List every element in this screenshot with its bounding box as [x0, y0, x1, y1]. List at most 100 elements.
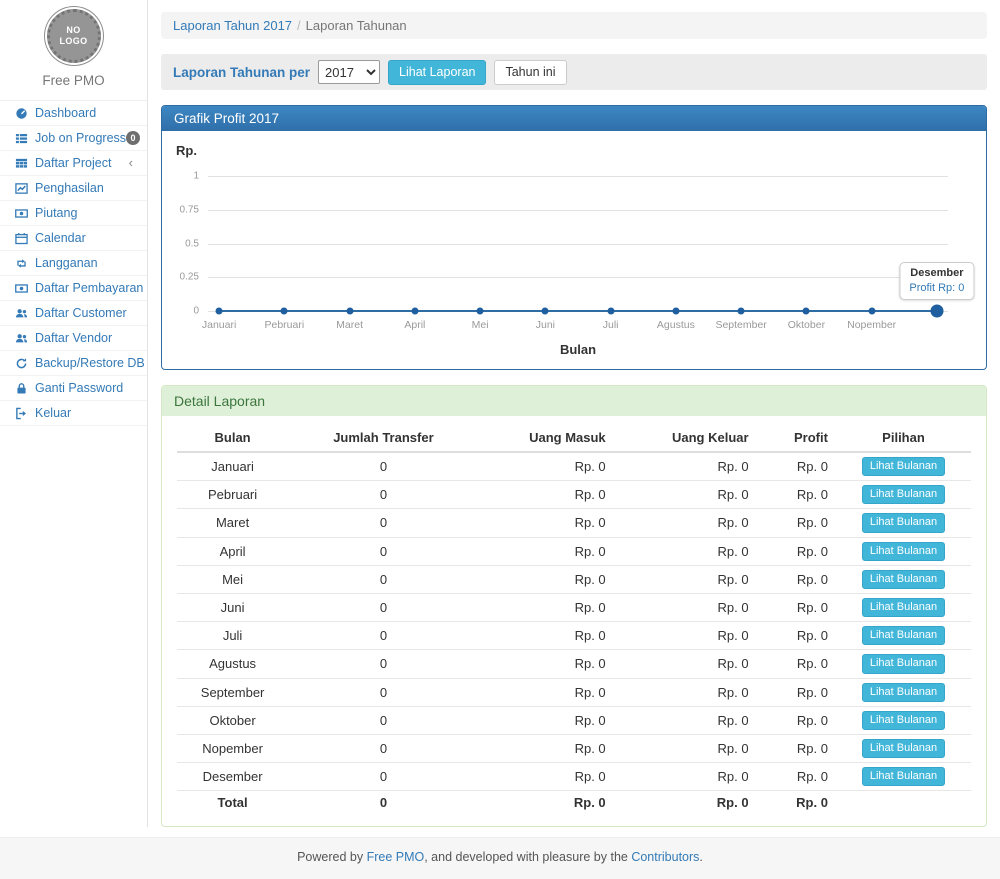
sidebar-item-dashboard[interactable]: Dashboard [0, 101, 147, 126]
data-point-oktober[interactable] [803, 308, 810, 315]
cell-uang-masuk: Rp. 0 [479, 706, 614, 734]
sidebar-item-job-on-progress[interactable]: Job on Progress0 [0, 126, 147, 151]
cell-jumlah-transfer: 0 [288, 763, 479, 791]
lihat-bulanan-button[interactable]: Lihat Bulanan [862, 513, 945, 532]
cell-jumlah-transfer: 0 [288, 734, 479, 762]
cell-bulan: Oktober [177, 706, 288, 734]
table-total-row: Total0Rp. 0Rp. 0Rp. 0 [177, 791, 971, 815]
sidebar-item-label: Dashboard [35, 106, 96, 120]
data-point-september[interactable] [738, 308, 745, 315]
cell-jumlah-transfer: 0 [288, 593, 479, 621]
sidebar-item-keluar[interactable]: Keluar [0, 401, 147, 426]
sidebar-item-daftar-project[interactable]: Daftar Project‹ [0, 151, 147, 176]
x-tick-label: September [715, 319, 766, 331]
logo-box: NO LOGO Free PMO [0, 0, 147, 100]
cell-bulan: Juni [177, 593, 288, 621]
lihat-bulanan-button[interactable]: Lihat Bulanan [862, 598, 945, 617]
sidebar-item-label: Piutang [35, 206, 77, 220]
lihat-bulanan-button[interactable]: Lihat Bulanan [862, 683, 945, 702]
table-row: Mei0Rp. 0Rp. 0Rp. 0Lihat Bulanan [177, 565, 971, 593]
lihat-laporan-button[interactable]: Lihat Laporan [388, 60, 486, 85]
sidebar-item-label: Langganan [35, 256, 98, 270]
year-select[interactable]: 2017 [318, 60, 380, 84]
free-pmo-link[interactable]: Free PMO [367, 850, 425, 864]
cell-uang-masuk: Rp. 0 [479, 678, 614, 706]
data-point-juli[interactable] [607, 308, 614, 315]
table-row: Oktober0Rp. 0Rp. 0Rp. 0Lihat Bulanan [177, 706, 971, 734]
cell-profit: Rp. 0 [757, 537, 836, 565]
sidebar-item-daftar-customer[interactable]: Daftar Customer [0, 301, 147, 326]
cell-jumlah-transfer: 0 [288, 706, 479, 734]
lihat-bulanan-button[interactable]: Lihat Bulanan [862, 767, 945, 786]
main-content: Laporan Tahun 2017/Laporan Tahunan Lapor… [148, 0, 1000, 827]
sidebar-item-piutang[interactable]: Piutang [0, 201, 147, 226]
lihat-bulanan-button[interactable]: Lihat Bulanan [862, 570, 945, 589]
cell-pilihan [836, 791, 971, 815]
sidebar-item-backup-restore-db[interactable]: Backup/Restore DB [0, 351, 147, 376]
cell-bulan: Agustus [177, 650, 288, 678]
data-point-januari[interactable] [216, 308, 223, 315]
x-tick-label: Juli [603, 319, 619, 331]
table-row: Juli0Rp. 0Rp. 0Rp. 0Lihat Bulanan [177, 622, 971, 650]
sidebar-item-penghasilan[interactable]: Penghasilan [0, 176, 147, 201]
breadcrumb-link[interactable]: Laporan Tahun 2017 [173, 18, 292, 33]
footer-text-middle: , and developed with pleasure by the [424, 850, 631, 864]
cell-uang-masuk: Rp. 0 [479, 537, 614, 565]
users-icon [15, 332, 30, 345]
x-axis-title: Bulan [560, 342, 596, 357]
plot-area: Desember Profit Rp: 0 Bulan 00.250.50.75… [208, 176, 948, 311]
lihat-bulanan-button[interactable]: Lihat Bulanan [862, 542, 945, 561]
cell-bulan: April [177, 537, 288, 565]
data-point-mei[interactable] [477, 308, 484, 315]
sidebar-item-ganti-password[interactable]: Ganti Password [0, 376, 147, 401]
table-row: Januari0Rp. 0Rp. 0Rp. 0Lihat Bulanan [177, 452, 971, 481]
column-header-pilihan: Pilihan [836, 424, 971, 452]
lihat-bulanan-button[interactable]: Lihat Bulanan [862, 626, 945, 645]
sidebar-item-langganan[interactable]: Langganan [0, 251, 147, 276]
refresh-icon [15, 357, 30, 370]
brand-name: Free PMO [0, 73, 147, 88]
cell-profit: Rp. 0 [757, 706, 836, 734]
y-tick-label: 0 [193, 306, 199, 317]
cell-jumlah-transfer: 0 [288, 565, 479, 593]
cell-jumlah-transfer: 0 [288, 537, 479, 565]
column-header-jumlah-transfer: Jumlah Transfer [288, 424, 479, 452]
report-panel-title: Detail Laporan [162, 386, 986, 416]
cell-pilihan: Lihat Bulanan [836, 650, 971, 678]
y-tick-label: 0.5 [185, 238, 199, 249]
data-point-agustus[interactable] [672, 308, 679, 315]
data-point-juni[interactable] [542, 308, 549, 315]
tooltip-month: Desember [909, 267, 964, 279]
sidebar-item-calendar[interactable]: Calendar [0, 226, 147, 251]
data-point-april[interactable] [411, 308, 418, 315]
lihat-bulanan-button[interactable]: Lihat Bulanan [862, 485, 945, 504]
chart-panel: Grafik Profit 2017 Rp. Desember Profit R… [161, 105, 987, 370]
cell-profit: Rp. 0 [757, 565, 836, 593]
report-toolbar: Laporan Tahunan per 2017 Lihat Laporan T… [161, 54, 987, 90]
tahun-ini-button[interactable]: Tahun ini [494, 60, 566, 85]
data-point-desember[interactable] [930, 305, 943, 318]
cell-pilihan: Lihat Bulanan [836, 593, 971, 621]
cell-uang-keluar: Rp. 0 [614, 734, 757, 762]
cell-bulan: Juli [177, 622, 288, 650]
data-point-maret[interactable] [346, 308, 353, 315]
cell-pilihan: Lihat Bulanan [836, 763, 971, 791]
cell-uang-keluar: Rp. 0 [614, 593, 757, 621]
data-point-nopember[interactable] [868, 308, 875, 315]
data-point-pebruari[interactable] [281, 308, 288, 315]
cell-pilihan: Lihat Bulanan [836, 537, 971, 565]
cell-jumlah-transfer: 0 [288, 791, 479, 815]
contributors-link[interactable]: Contributors [631, 850, 699, 864]
column-header-uang-masuk: Uang Masuk [479, 424, 614, 452]
sidebar-item-daftar-pembayaran[interactable]: Daftar Pembayaran [0, 276, 147, 301]
sidebar-item-daftar-vendor[interactable]: Daftar Vendor [0, 326, 147, 351]
lihat-bulanan-button[interactable]: Lihat Bulanan [862, 711, 945, 730]
lihat-bulanan-button[interactable]: Lihat Bulanan [862, 457, 945, 476]
cell-uang-masuk: Rp. 0 [479, 791, 614, 815]
lihat-bulanan-button[interactable]: Lihat Bulanan [862, 739, 945, 758]
cell-uang-masuk: Rp. 0 [479, 593, 614, 621]
table-row: Nopember0Rp. 0Rp. 0Rp. 0Lihat Bulanan [177, 734, 971, 762]
lihat-bulanan-button[interactable]: Lihat Bulanan [862, 654, 945, 673]
cell-jumlah-transfer: 0 [288, 509, 479, 537]
sign-out-icon [15, 407, 30, 420]
